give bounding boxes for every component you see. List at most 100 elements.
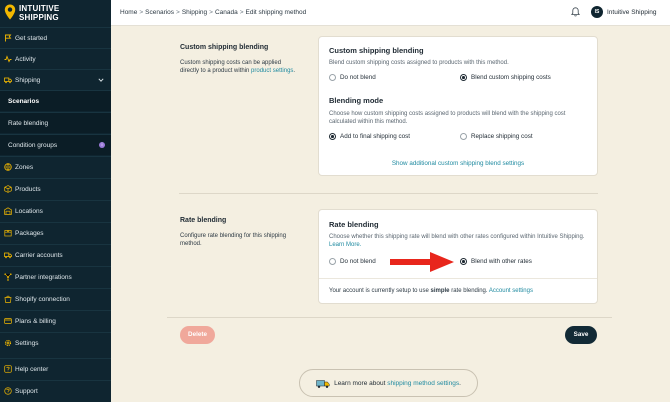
radio-label: Do not blend: [340, 74, 376, 81]
sidebar-item-label: Get started: [15, 34, 48, 42]
radio-replace-cost[interactable]: Replace shipping cost: [460, 133, 533, 140]
radio-label: Replace shipping cost: [471, 133, 533, 140]
radio-add-final[interactable]: Add to final shipping cost: [329, 133, 410, 140]
shipping-method-settings-link[interactable]: shipping method settings: [387, 380, 459, 387]
truck-illustration-icon: [316, 379, 330, 388]
card-description: Choose whether this shipping rate will b…: [329, 233, 591, 249]
sidebar-item-label: Locations: [15, 207, 43, 215]
radio-button[interactable]: [329, 258, 336, 265]
logo-text: INTUITIVE SHIPPING: [19, 4, 59, 22]
radio-blend-custom[interactable]: Blend custom shipping costs: [460, 74, 551, 81]
support-icon: [4, 387, 12, 395]
logo-line1: INTUITIVE: [19, 4, 60, 13]
section-description: Custom shipping costs can be applied dir…: [180, 59, 300, 75]
red-arrow-annotation: [390, 252, 454, 272]
section-divider: [179, 193, 598, 194]
radio-button[interactable]: [329, 74, 336, 81]
card-icon: [4, 317, 12, 325]
learn-more-link[interactable]: Learn More.: [329, 242, 361, 248]
note-text-post: rate blending.: [451, 288, 488, 294]
globe-icon: [4, 163, 12, 171]
radio-do-not-blend-rates[interactable]: Do not blend: [329, 258, 376, 265]
sidebar-item-label: Scenarios: [8, 97, 40, 105]
radio-label: Blend custom shipping costs: [471, 74, 551, 81]
avatar[interactable]: IS: [591, 6, 603, 18]
learn-more-pill[interactable]: Learn more about shipping method setting…: [299, 369, 478, 397]
app-logo[interactable]: INTUITIVE SHIPPING: [4, 3, 104, 25]
radio-do-not-blend[interactable]: Do not blend: [329, 74, 376, 81]
radio-button[interactable]: [460, 258, 467, 265]
sidebar-item-rate-blending[interactable]: Rate blending: [0, 112, 111, 133]
sidebar-item-get-started[interactable]: Get started: [0, 27, 111, 48]
learn-more-period: .: [459, 379, 461, 387]
breadcrumb-separator: >: [176, 9, 180, 16]
sidebar-item-packages[interactable]: Packages: [0, 222, 111, 243]
breadcrumb-separator: >: [209, 9, 213, 16]
sidebar-item-shopify-connection[interactable]: Shopify connection: [0, 288, 111, 309]
breadcrumb: Home > Scenarios > Shipping > Canada > Edit ship…: [120, 9, 306, 16]
sidebar-item-carrier-accounts[interactable]: Carrier accounts: [0, 244, 111, 265]
breadcrumb-scenarios[interactable]: Scenarios: [145, 9, 174, 16]
radio-blend-other-rates[interactable]: Blend with other rates: [460, 258, 532, 265]
sidebar-item-zones[interactable]: Zones: [0, 156, 111, 177]
sidebar-item-help-center[interactable]: Help center: [0, 358, 111, 379]
gear-icon: [4, 339, 12, 347]
user-name[interactable]: Intuitive Shipping: [607, 9, 657, 16]
sidebar-item-settings[interactable]: Settings: [0, 332, 111, 353]
sidebar-item-label: Shopify connection: [15, 295, 70, 303]
radio-button[interactable]: [329, 133, 336, 140]
card-title: Custom shipping blending: [329, 46, 424, 55]
show-more-link[interactable]: Show additional custom shipping blend se…: [319, 160, 597, 167]
top-bar: Home > Scenarios > Shipping > Canada > Edit ship…: [111, 0, 670, 26]
bell-icon[interactable]: [571, 7, 580, 17]
chevron-down-icon[interactable]: [98, 77, 104, 83]
sidebar-item-scenarios[interactable]: Scenarios: [0, 90, 111, 111]
note-mode: simple: [430, 288, 450, 294]
sidebar-item-support[interactable]: Support: [0, 380, 111, 401]
sidebar: INTUITIVE SHIPPING Get started Activity …: [0, 0, 111, 402]
breadcrumb-home[interactable]: Home: [120, 9, 137, 16]
breadcrumb-canada[interactable]: Canada: [215, 9, 238, 16]
product-settings-link[interactable]: product settings: [251, 68, 293, 74]
sidebar-item-label: Products: [15, 185, 41, 193]
sidebar-item-activity[interactable]: Activity: [0, 48, 111, 69]
sidebar-item-condition-groups[interactable]: Condition groups i: [0, 134, 111, 155]
radio-button[interactable]: [460, 74, 467, 81]
sidebar-item-partner-integrations[interactable]: Partner integrations: [0, 266, 111, 287]
card-title: Rate blending: [329, 220, 379, 229]
package-icon: [4, 229, 12, 237]
breadcrumb-shipping[interactable]: Shipping: [182, 9, 207, 16]
section-title: Rate blending: [180, 217, 227, 224]
card-description: Blend custom shipping costs assigned to …: [329, 60, 509, 66]
location-pin-icon: [4, 4, 16, 20]
sidebar-item-shipping[interactable]: Shipping: [0, 69, 111, 90]
sidebar-item-label: Packages: [15, 229, 44, 237]
account-settings-link[interactable]: Account settings: [489, 288, 533, 294]
card-divider: [319, 278, 597, 279]
blending-mode-description: Choose how custom shipping costs assigne…: [329, 111, 566, 125]
sidebar-item-label: Carrier accounts: [15, 251, 63, 259]
box-icon: [4, 185, 12, 193]
radio-label: Do not blend: [340, 258, 376, 265]
sidebar-item-locations[interactable]: Locations: [0, 200, 111, 221]
description-period: .: [293, 68, 296, 74]
account-setup-note: Your account is currently setup to use s…: [329, 287, 591, 295]
sidebar-item-products[interactable]: Products: [0, 178, 111, 199]
logo-line2: SHIPPING: [19, 13, 59, 22]
custom-blending-card: Custom shipping blending Blend custom sh…: [318, 36, 598, 176]
activity-icon: [4, 55, 12, 63]
sidebar-item-label: Help center: [15, 365, 49, 373]
radio-button[interactable]: [460, 133, 467, 140]
save-button[interactable]: Save: [565, 326, 597, 344]
note-text: Your account is currently setup to use: [329, 288, 429, 294]
sidebar-item-label: Support: [15, 387, 38, 395]
shopping-bag-icon: [4, 295, 12, 303]
radio-label: Add to final shipping cost: [340, 133, 411, 140]
breadcrumb-separator: >: [139, 9, 144, 16]
delete-button[interactable]: Delete: [180, 326, 215, 344]
sidebar-item-plans-billing[interactable]: Plans & billing: [0, 310, 111, 331]
sidebar-item-label: Plans & billing: [15, 317, 56, 325]
warehouse-icon: [4, 207, 12, 215]
rate-blending-side: Rate blending Configure rate blending fo…: [180, 217, 290, 248]
learn-more-text: Learn more about: [334, 379, 386, 387]
